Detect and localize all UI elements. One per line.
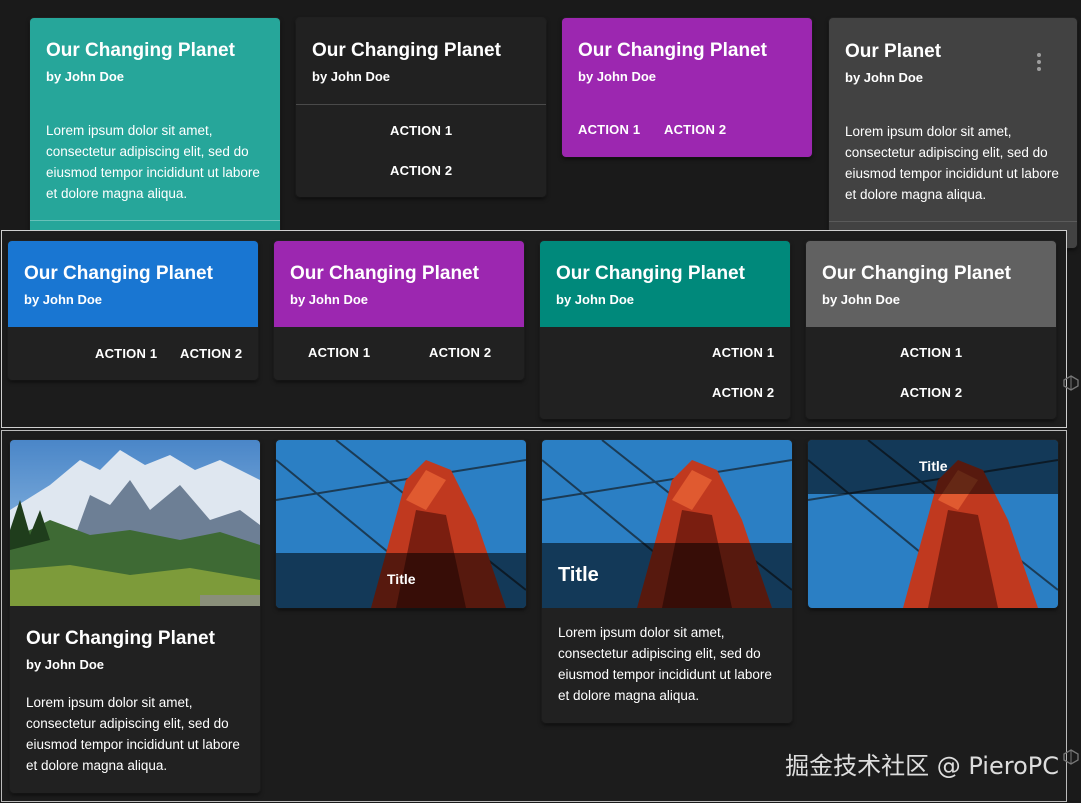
action-2-button[interactable]: ACTION 2 [180, 346, 242, 361]
codepen-icon[interactable] [1063, 749, 1079, 765]
card-title: Our Changing Planet [312, 40, 501, 61]
action-2-button[interactable]: ACTION 2 [429, 345, 491, 360]
card-subtitle: by John Doe [290, 292, 369, 307]
card-subtitle: by John Doe [46, 69, 125, 84]
card-teal-vertical-actions: Our Changing Planet by John Doe ACTION 1… [540, 241, 790, 419]
codepen-icon[interactable] [1063, 375, 1079, 391]
card-text: Lorem ipsum dolor sit amet, consectetur … [46, 123, 260, 201]
action-1-button[interactable]: ACTION 1 [95, 346, 157, 361]
image-title: Title [558, 564, 599, 586]
card-divider [30, 220, 280, 221]
card-subtitle: by John Doe [312, 69, 391, 84]
more-vert-icon[interactable] [1035, 52, 1043, 72]
card-divider [296, 104, 546, 105]
card-title: Our Changing Planet [290, 263, 479, 284]
card-teal: Our Changing Planet by John Doe Lorem ip… [30, 18, 280, 248]
action-2-button[interactable]: ACTION 2 [664, 122, 726, 137]
action-2-button[interactable]: ACTION 2 [900, 385, 962, 400]
card-title: Our Changing Planet [822, 263, 1011, 284]
card-bridge-with-text: Title Lorem ipsum dolor sit amet, consec… [542, 440, 792, 723]
watermark: 掘金技术社区 @ PieroPC [785, 752, 1059, 780]
action-1-button[interactable]: ACTION 1 [900, 345, 962, 360]
card-dark-vertical-actions: Our Changing Planet by John Doe ACTION 1… [296, 18, 546, 197]
card-subtitle: by John Doe [822, 292, 901, 307]
card-divider [829, 221, 1077, 222]
action-2-button[interactable]: ACTION 2 [712, 385, 774, 400]
card-purple-actions: Our Changing Planet by John Doe ACTION 1… [274, 241, 524, 380]
card-title: Our Planet [845, 41, 942, 62]
card-grey-menu: Our Planet by John Doe Lorem ipsum dolor… [829, 18, 1077, 248]
card-title: Our Changing Planet [26, 628, 215, 649]
card-mountain: Our Changing Planet by John Doe Lorem ip… [10, 440, 260, 793]
card-purple: Our Changing Planet by John Doe ACTION 1… [562, 18, 812, 157]
card-bridge-overlay-bottom: Title [276, 440, 526, 608]
action-1-button[interactable]: ACTION 1 [578, 122, 640, 137]
card-title: Our Changing Planet [578, 40, 767, 61]
card-grey-vertical-actions: Our Changing Planet by John Doe ACTION 1… [806, 241, 1056, 419]
mountain-image [10, 440, 260, 606]
card-subtitle: by John Doe [845, 70, 924, 85]
card-title: Our Changing Planet [556, 263, 745, 284]
card-text: Lorem ipsum dolor sit amet, consectetur … [26, 695, 240, 773]
card-text: Lorem ipsum dolor sit amet, consectetur … [845, 124, 1059, 202]
card-title: Our Changing Planet [46, 40, 235, 61]
image-title: Title [919, 458, 948, 474]
action-2-button[interactable]: ACTION 2 [390, 163, 452, 178]
card-subtitle: by John Doe [578, 69, 657, 84]
card-title: Our Changing Planet [24, 263, 213, 284]
card-blue: Our Changing Planet by John Doe ACTION 1… [8, 241, 258, 380]
card-text: Lorem ipsum dolor sit amet, consectetur … [558, 625, 772, 703]
card-subtitle: by John Doe [26, 657, 105, 672]
image-title: Title [387, 571, 416, 587]
card-subtitle: by John Doe [24, 292, 103, 307]
action-1-button[interactable]: ACTION 1 [712, 345, 774, 360]
card-bridge-overlay-top: Title [808, 440, 1058, 608]
card-subtitle: by John Doe [556, 292, 635, 307]
action-1-button[interactable]: ACTION 1 [308, 345, 370, 360]
action-1-button[interactable]: ACTION 1 [390, 123, 452, 138]
